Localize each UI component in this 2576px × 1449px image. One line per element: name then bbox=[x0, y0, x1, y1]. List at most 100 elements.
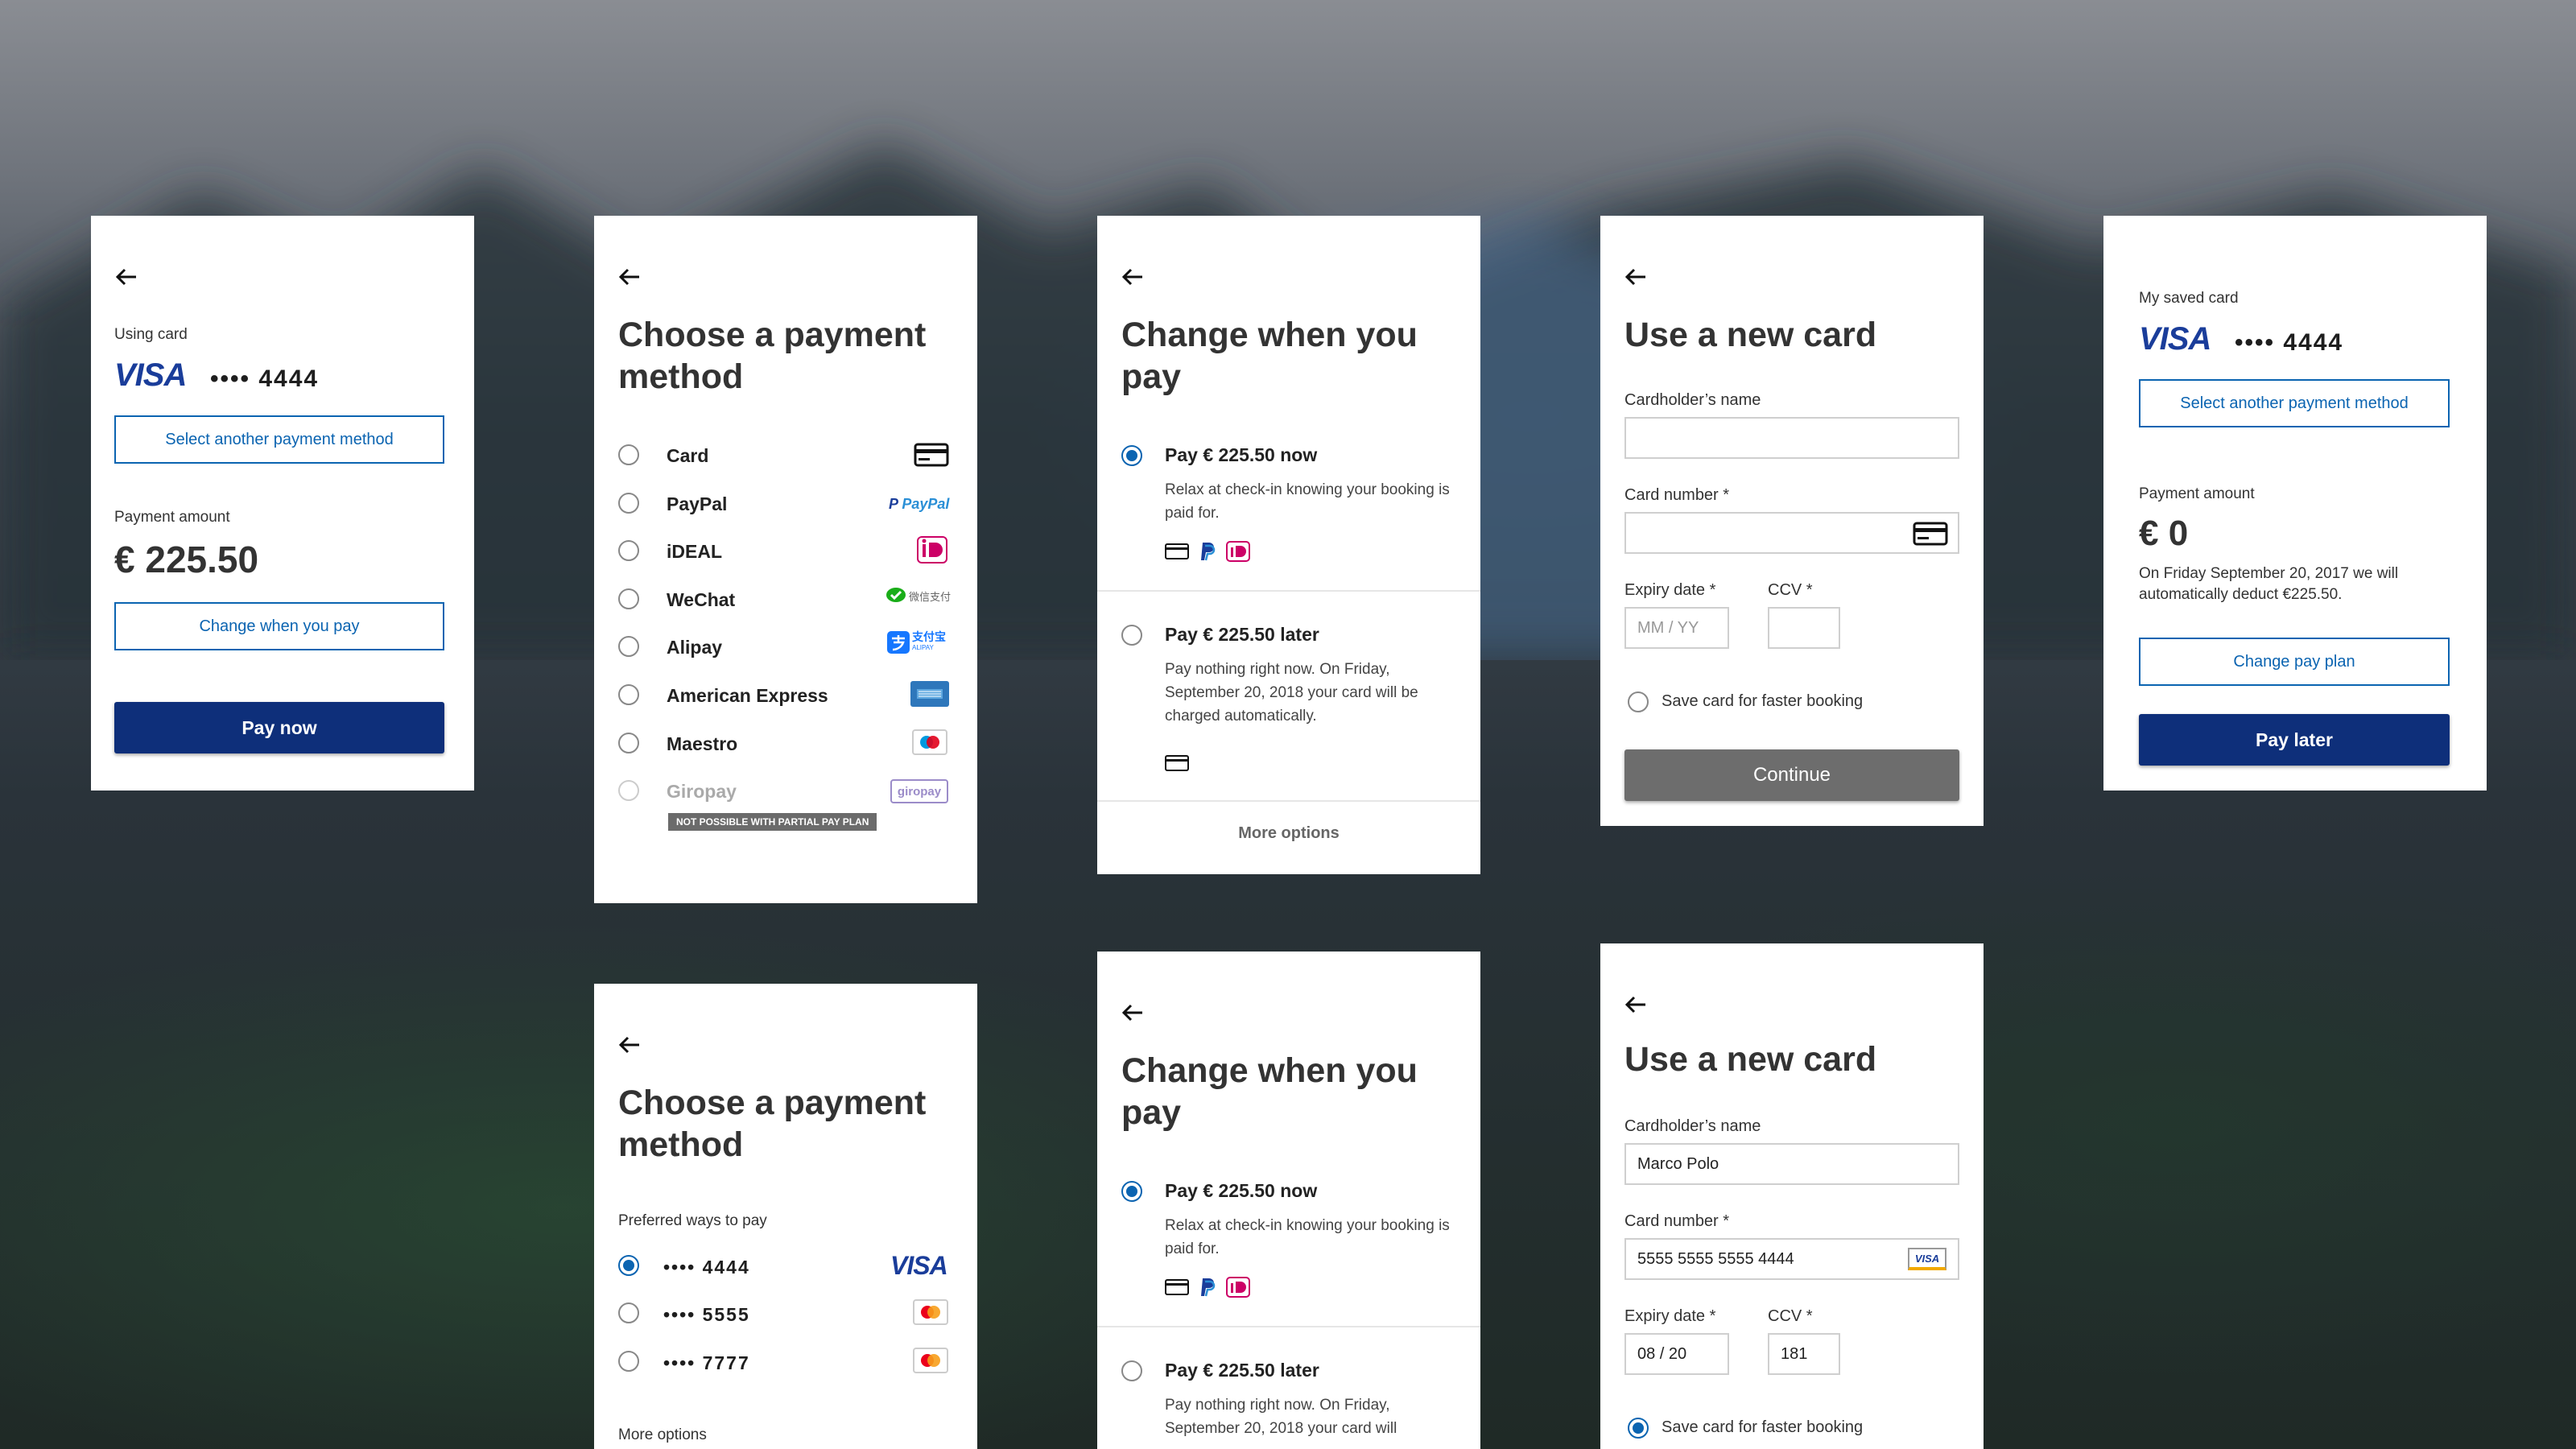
card-masked: •••• 5555 bbox=[663, 1304, 750, 1325]
screen-saved-card-pay-later: My saved card VISA •••• 4444 Select anot… bbox=[2103, 216, 2487, 791]
credit-card-icon bbox=[1165, 543, 1189, 559]
radio-pay-later[interactable] bbox=[1121, 625, 1142, 646]
radio-card[interactable] bbox=[618, 444, 639, 465]
pay-later-button[interactable]: Pay later bbox=[2139, 714, 2450, 766]
continue-button[interactable]: Continue bbox=[1624, 749, 1959, 801]
wechat-pay-logo: 微信支付 bbox=[886, 587, 951, 605]
ccv-label: CCV * bbox=[1768, 1307, 1813, 1325]
option-label: Giropay bbox=[667, 781, 737, 802]
arrow-left-icon bbox=[1624, 996, 1645, 1013]
expiry-date-label: Expiry date * bbox=[1624, 1307, 1716, 1325]
back-button[interactable] bbox=[617, 1032, 642, 1058]
more-options-link[interactable]: More options bbox=[1097, 824, 1480, 843]
page-title: Use a new card bbox=[1624, 1040, 1877, 1079]
back-button[interactable] bbox=[1120, 264, 1146, 290]
arrow-left-icon bbox=[1624, 268, 1645, 286]
arrow-left-icon bbox=[1121, 268, 1142, 286]
pay-now-button[interactable]: Pay now bbox=[114, 702, 444, 753]
visa-mini-text: VISA bbox=[1914, 1252, 1940, 1265]
card-number-label: Card number * bbox=[1624, 486, 1730, 504]
screen-use-new-card: Use a new card Cardholder’s name Card nu… bbox=[1600, 216, 1984, 826]
ccv-input[interactable]: 181 bbox=[1768, 1333, 1840, 1375]
radio-card-4444[interactable] bbox=[618, 1255, 639, 1276]
save-card-label: Save card for faster booking bbox=[1662, 692, 1864, 710]
credit-card-icon bbox=[1165, 755, 1189, 771]
card-masked: •••• 4444 bbox=[663, 1257, 750, 1278]
radio-card-5555[interactable] bbox=[618, 1302, 639, 1323]
back-button[interactable] bbox=[1120, 1000, 1146, 1026]
visa-logo: VISA bbox=[890, 1251, 948, 1280]
visa-logo: VISA bbox=[2139, 321, 2211, 357]
ccv-label: CCV * bbox=[1768, 581, 1813, 599]
giropay-logo-text: giropay bbox=[897, 784, 942, 799]
cardholder-name-input[interactable]: Marco Polo bbox=[1624, 1143, 1959, 1185]
option-label: American Express bbox=[667, 685, 828, 706]
card-number-masked: •••• 4444 bbox=[2235, 329, 2344, 356]
more-options-link[interactable]: More options bbox=[618, 1426, 707, 1444]
option-label: WeChat bbox=[667, 589, 736, 610]
ideal-icon bbox=[1226, 1277, 1250, 1298]
pay-now-title: Pay € 225.50 now bbox=[1165, 1180, 1318, 1201]
select-payment-method-button[interactable]: Select another payment method bbox=[2139, 379, 2450, 427]
change-when-you-pay-button[interactable]: Change when you pay bbox=[114, 602, 444, 650]
cardholder-name-input[interactable] bbox=[1624, 417, 1959, 459]
radio-paypal[interactable] bbox=[618, 493, 639, 514]
page-title: Change when you pay bbox=[1121, 1051, 1418, 1132]
radio-maestro[interactable] bbox=[618, 733, 639, 753]
card-number-label: Card number * bbox=[1624, 1212, 1730, 1230]
radio-ideal[interactable] bbox=[618, 540, 639, 561]
using-card-label: Using card bbox=[114, 326, 188, 343]
payment-amount-label: Payment amount bbox=[114, 509, 230, 526]
back-button[interactable] bbox=[617, 264, 642, 290]
ideal-icon bbox=[1226, 541, 1250, 562]
alipay-logo-subtext: ALIPAY bbox=[912, 644, 934, 651]
card-masked: •••• 7777 bbox=[663, 1352, 750, 1373]
screen-use-new-card-filled: Use a new card Cardholder’s name Marco P… bbox=[1600, 943, 1984, 1449]
alipay-logo: 支付宝 ALIPAY bbox=[887, 631, 946, 654]
page-title: Choose a payment method bbox=[618, 316, 927, 396]
pay-later-description: Pay nothing right now. On Friday, Septem… bbox=[1165, 1397, 1397, 1437]
credit-card-icon bbox=[1165, 1279, 1189, 1295]
radio-giropay[interactable] bbox=[618, 780, 639, 801]
select-payment-method-button[interactable]: Select another payment method bbox=[114, 415, 444, 464]
ccv-input[interactable] bbox=[1768, 607, 1840, 649]
wechat-logo-text: 微信支付 bbox=[909, 590, 952, 603]
divider bbox=[1097, 590, 1480, 592]
back-button[interactable] bbox=[1623, 992, 1649, 1018]
back-button[interactable] bbox=[1623, 264, 1649, 290]
radio-card-7777[interactable] bbox=[618, 1351, 639, 1372]
option-label: Maestro bbox=[667, 733, 738, 754]
pay-later-description: Pay nothing right now. On Friday, Septem… bbox=[1165, 661, 1418, 724]
expiry-date-input[interactable]: 08 / 20 bbox=[1624, 1333, 1729, 1375]
radio-pay-later[interactable] bbox=[1121, 1360, 1142, 1381]
pay-later-title: Pay € 225.50 later bbox=[1165, 624, 1319, 645]
radio-save-card[interactable] bbox=[1628, 691, 1649, 712]
amex-logo bbox=[910, 681, 949, 707]
screen-using-card: Using card VISA •••• 4444 Select another… bbox=[91, 216, 474, 791]
giropay-logo: giropay bbox=[890, 779, 948, 803]
change-pay-plan-button[interactable]: Change pay plan bbox=[2139, 638, 2450, 686]
back-button[interactable] bbox=[114, 264, 139, 290]
screen-choose-payment-method: Choose a payment method Card PayPal P Pa… bbox=[594, 216, 977, 903]
pay-now-method-icons bbox=[1165, 541, 1250, 562]
radio-pay-now[interactable] bbox=[1121, 445, 1142, 466]
not-possible-badge: NOT POSSIBLE WITH PARTIAL PAY PLAN bbox=[668, 813, 877, 831]
saved-card-label: My saved card bbox=[2139, 290, 2239, 307]
alipay-logo-text: 支付宝 bbox=[912, 630, 946, 643]
radio-wechat[interactable] bbox=[618, 588, 639, 609]
radio-alipay[interactable] bbox=[618, 636, 639, 657]
card-number-input[interactable] bbox=[1624, 512, 1959, 554]
radio-save-card[interactable] bbox=[1628, 1418, 1649, 1439]
paypal-icon bbox=[1201, 1278, 1216, 1297]
credit-card-icon bbox=[914, 443, 949, 467]
save-card-label: Save card for faster booking bbox=[1662, 1418, 1864, 1436]
arrow-left-icon bbox=[1121, 1004, 1142, 1022]
radio-pay-now[interactable] bbox=[1121, 1181, 1142, 1202]
page-title: Choose a payment method bbox=[618, 1084, 927, 1164]
expiry-date-input[interactable]: MM / YY bbox=[1624, 607, 1729, 649]
paypal-icon bbox=[1201, 543, 1216, 561]
page-title: Use a new card bbox=[1624, 316, 1877, 354]
paypal-logo: P PayPal bbox=[889, 496, 950, 512]
mastercard-logo bbox=[913, 1348, 948, 1373]
radio-amex[interactable] bbox=[618, 684, 639, 705]
